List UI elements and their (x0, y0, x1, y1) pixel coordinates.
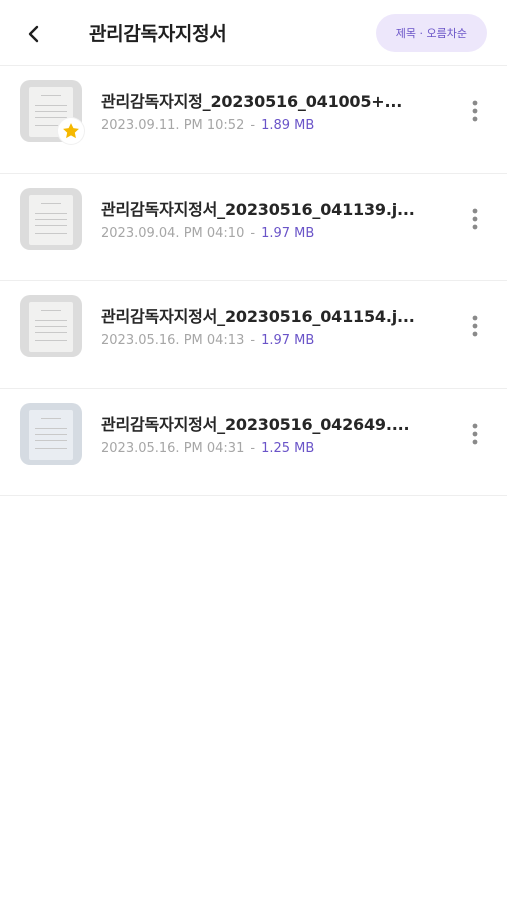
star-icon (63, 123, 79, 139)
file-thumbnail (20, 295, 82, 357)
list-item[interactable]: 관리감독자지정_20230516_041005+... 2023.09.11. … (0, 66, 507, 174)
file-meta: 2023.09.11. PM 10:52-1.89 MB (101, 118, 314, 133)
file-list: 관리감독자지정_20230516_041005+... 2023.09.11. … (0, 66, 507, 496)
file-name: 관리감독자지정서_20230516_042649.... (101, 414, 410, 434)
file-size: 1.89 MB (261, 118, 315, 133)
file-thumbnail (20, 402, 82, 465)
more-vertical-icon (472, 100, 478, 122)
more-vertical-icon (472, 315, 478, 337)
file-size: 1.25 MB (261, 440, 315, 456)
more-options-button[interactable] (463, 422, 487, 446)
list-item[interactable]: 관리감독자지정서_20230516_042649.... 2023.05.16.… (0, 389, 507, 496)
back-button[interactable] (18, 18, 50, 50)
more-options-button[interactable] (463, 314, 487, 338)
file-date: 2023.05.16. PM 04:31 (101, 440, 245, 456)
favorite-badge (58, 118, 84, 144)
meta-separator: - (250, 333, 256, 348)
file-size: 1.97 MB (261, 333, 315, 348)
file-size: 1.97 MB (261, 225, 315, 241)
file-meta: 2023.09.04. PM 04:10-1.97 MB (101, 226, 314, 241)
page-title: 관리감독자지정서 (89, 23, 227, 45)
list-item[interactable]: 관리감독자지정서_20230516_041139.j... 2023.09.04… (0, 174, 507, 281)
more-options-button[interactable] (463, 99, 487, 123)
file-name: 관리감독자지정_20230516_041005+... (101, 92, 403, 111)
file-date: 2023.09.11. PM 10:52 (101, 118, 245, 133)
more-vertical-icon (472, 423, 478, 444)
chevron-left-icon (28, 25, 39, 43)
app-header: 관리감독자지정서 제목 · 오름차순 (0, 0, 507, 66)
file-name: 관리감독자지정서_20230516_041139.j... (101, 199, 415, 219)
file-date: 2023.05.16. PM 04:13 (101, 333, 245, 348)
list-item[interactable]: 관리감독자지정서_20230516_041154.j... 2023.05.16… (0, 281, 507, 389)
file-name: 관리감독자지정서_20230516_041154.j... (101, 307, 415, 326)
meta-separator: - (250, 440, 256, 456)
file-thumbnail (20, 187, 82, 250)
file-date: 2023.09.04. PM 04:10 (101, 225, 245, 241)
more-options-button[interactable] (463, 207, 487, 231)
sort-button[interactable]: 제목 · 오름차순 (375, 14, 487, 52)
more-vertical-icon (472, 208, 478, 229)
meta-separator: - (250, 118, 256, 133)
file-meta: 2023.05.16. PM 04:31-1.25 MB (101, 441, 314, 456)
meta-separator: - (250, 225, 256, 241)
file-meta: 2023.05.16. PM 04:13-1.97 MB (101, 333, 314, 348)
